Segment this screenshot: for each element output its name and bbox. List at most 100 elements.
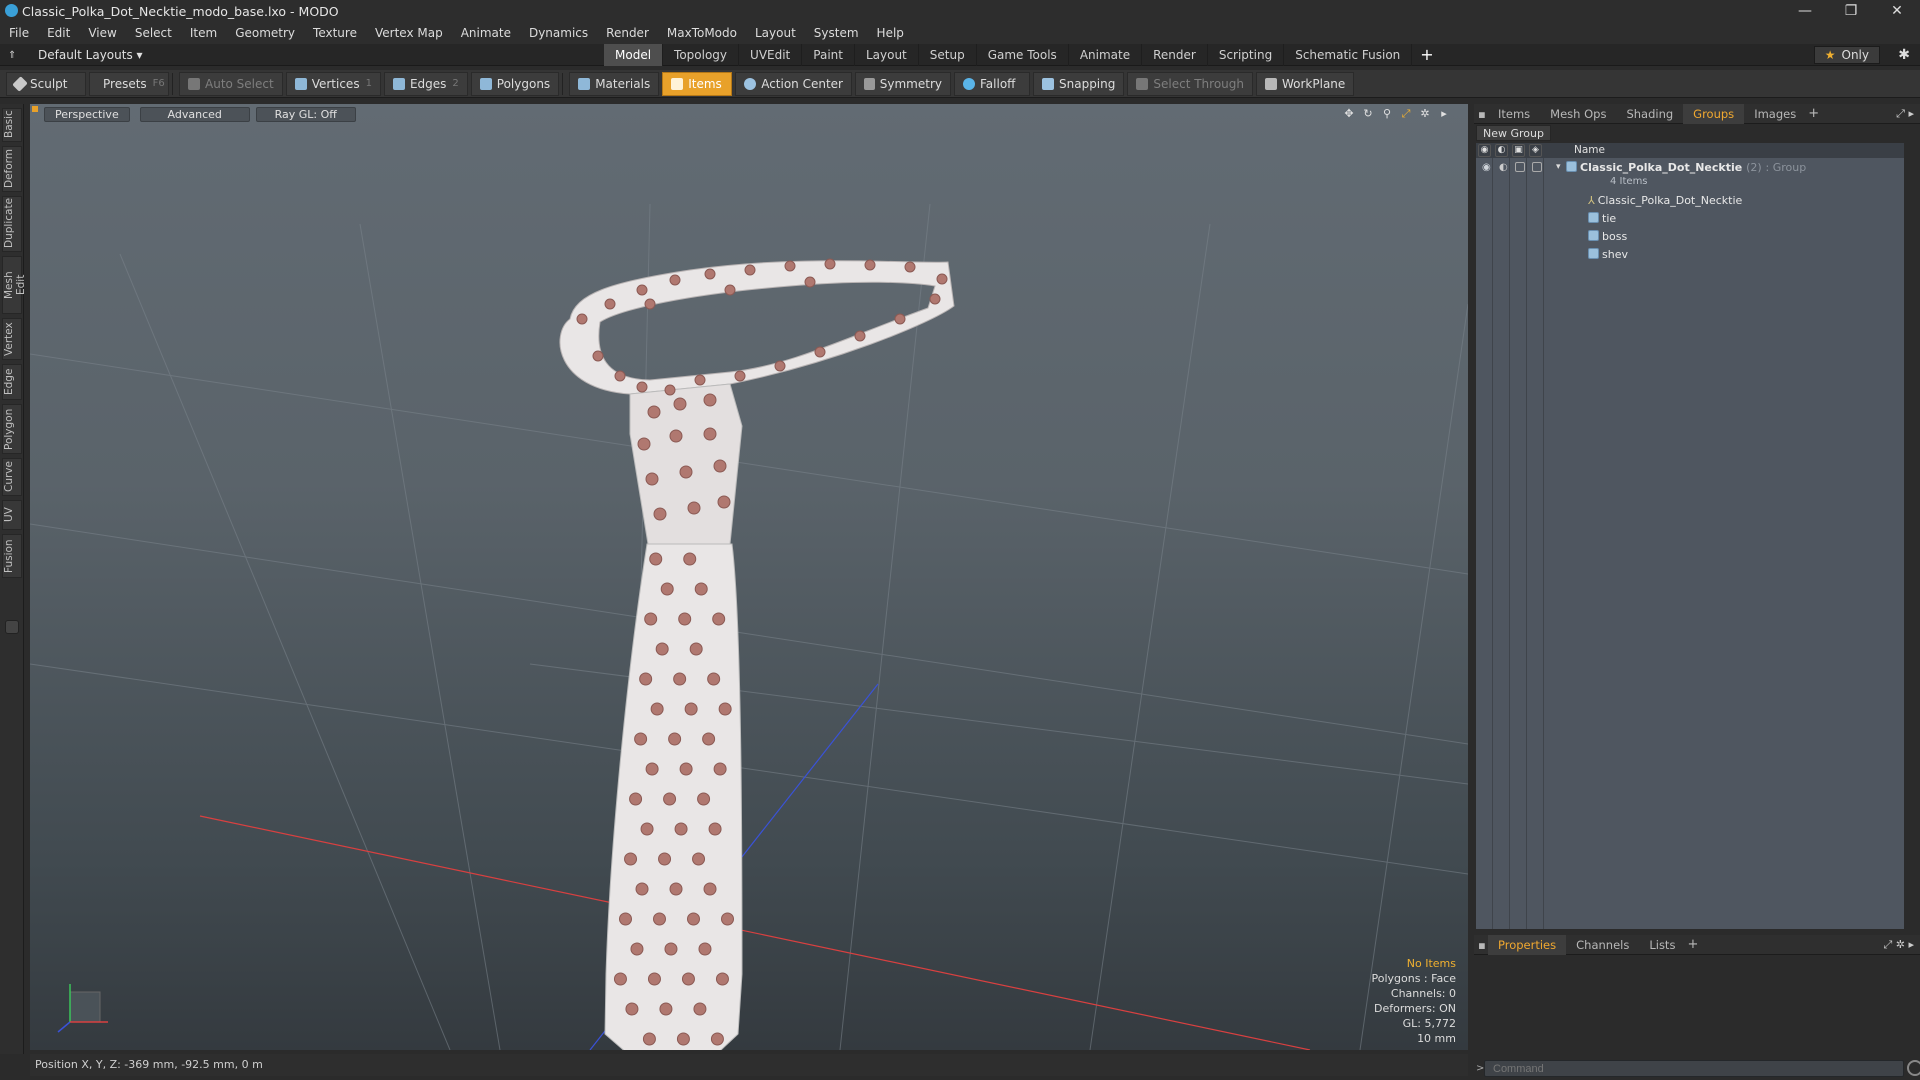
tab-properties[interactable]: Properties xyxy=(1488,934,1567,955)
tab-game-tools[interactable]: Game Tools xyxy=(977,44,1069,66)
menu-layout[interactable]: Layout xyxy=(746,26,805,40)
select-through-button[interactable]: Select Through xyxy=(1127,71,1253,96)
rotate-icon[interactable]: ↻ xyxy=(1360,107,1376,121)
close-button[interactable]: ✕ xyxy=(1874,0,1920,22)
tab-polygon[interactable]: Polygon xyxy=(2,404,22,454)
tab-scripting[interactable]: Scripting xyxy=(1208,44,1285,66)
menu-texture[interactable]: Texture xyxy=(304,26,366,40)
necktie-model[interactable] xyxy=(559,258,955,1050)
tab-channels[interactable]: Channels xyxy=(1566,935,1639,955)
symmetry-button[interactable]: Symmetry xyxy=(855,71,951,96)
snapping-button[interactable]: Snapping xyxy=(1033,71,1125,96)
lock-header-icon[interactable]: ▣ xyxy=(1512,144,1525,157)
tab-mesh-ops[interactable]: Mesh Ops xyxy=(1540,104,1616,124)
tab-schematic-fusion[interactable]: Schematic Fusion xyxy=(1284,44,1413,66)
menu-maxtomodo[interactable]: MaxToModo xyxy=(658,26,746,40)
falloff-button[interactable]: Falloff xyxy=(954,71,1030,96)
list-item[interactable]: ⅄ Classic_Polka_Dot_Necktie xyxy=(1476,191,1904,209)
vertices-button[interactable]: Vertices 1 xyxy=(285,71,381,96)
tab-uv[interactable]: UV xyxy=(2,500,22,530)
gear-icon[interactable]: ✱ xyxy=(1898,47,1910,63)
edges-button[interactable]: Edges 2 xyxy=(383,71,468,96)
menu-dynamics[interactable]: Dynamics xyxy=(520,26,597,40)
tab-edge[interactable]: Edge xyxy=(2,364,22,400)
select-header-icon[interactable]: ◈ xyxy=(1529,144,1542,157)
tab-lists[interactable]: Lists xyxy=(1639,935,1685,955)
render-toggle-icon[interactable]: ◐ xyxy=(1499,162,1508,173)
viewport-expand-icon[interactable]: ▸ xyxy=(1436,107,1452,121)
tab-images[interactable]: Images xyxy=(1744,104,1806,124)
presets-button[interactable]: Presets F6 xyxy=(89,71,169,96)
menu-help[interactable]: Help xyxy=(868,26,913,40)
toolbox-toggle[interactable] xyxy=(5,620,19,634)
properties-menu-icon[interactable]: ▪ xyxy=(1474,935,1488,955)
restore-button[interactable]: ❐ xyxy=(1828,0,1874,22)
list-item[interactable]: shev xyxy=(1476,245,1904,263)
minimize-button[interactable]: — xyxy=(1782,0,1828,22)
tab-layout[interactable]: Layout xyxy=(855,44,919,66)
tab-items[interactable]: Items xyxy=(1488,104,1540,124)
menu-file[interactable]: File xyxy=(0,26,38,40)
tab-shading[interactable]: Shading xyxy=(1616,104,1683,124)
menu-select[interactable]: Select xyxy=(126,26,181,40)
menu-geometry[interactable]: Geometry xyxy=(226,26,304,40)
command-history-button[interactable] xyxy=(1907,1060,1920,1076)
tab-deform[interactable]: Deform xyxy=(2,146,22,192)
workplane-button[interactable]: WorkPlane xyxy=(1255,71,1355,96)
sculpt-button[interactable]: Sculpt xyxy=(6,71,86,96)
tab-uvedit[interactable]: UVEdit xyxy=(739,44,803,66)
collapse-icon[interactable]: ▾ xyxy=(1556,162,1561,172)
add-properties-tab-icon[interactable]: + xyxy=(1687,937,1698,952)
layout-arrow-icon[interactable]: ⇑ xyxy=(8,50,16,61)
tab-render[interactable]: Render xyxy=(1142,44,1208,66)
default-layouts-dropdown[interactable]: Default Layouts ▾ xyxy=(38,48,143,62)
properties-expand-icon[interactable]: ⤢ ✲ ▸ xyxy=(1883,938,1914,952)
render-header-icon[interactable]: ◐ xyxy=(1495,144,1508,157)
only-toggle[interactable]: ★ Only xyxy=(1813,46,1880,64)
viewport-settings-icon[interactable]: ✲ xyxy=(1417,107,1433,121)
polygons-button[interactable]: Polygons xyxy=(470,71,560,96)
menu-vertex-map[interactable]: Vertex Map xyxy=(366,26,452,40)
menu-view[interactable]: View xyxy=(79,26,125,40)
menu-animate[interactable]: Animate xyxy=(452,26,520,40)
action-center-button[interactable]: Action Center xyxy=(735,71,852,96)
menu-item[interactable]: Item xyxy=(181,26,226,40)
tab-vertex[interactable]: Vertex xyxy=(2,318,22,360)
scene-canvas[interactable] xyxy=(30,104,1468,1050)
menu-edit[interactable]: Edit xyxy=(38,26,79,40)
items-button[interactable]: Items xyxy=(662,71,733,96)
tab-paint[interactable]: Paint xyxy=(802,44,855,66)
tab-fusion[interactable]: Fusion xyxy=(2,534,22,578)
list-item[interactable]: tie xyxy=(1476,209,1904,227)
tab-animate[interactable]: Animate xyxy=(1069,44,1143,66)
groups-list[interactable]: ◉ ◐ ▣ ◈ Name ◉ ◐ ▾ Classic_Polka_Dot_Nec… xyxy=(1476,143,1904,929)
list-item[interactable]: boss xyxy=(1476,227,1904,245)
add-panel-tab-icon[interactable]: + xyxy=(1808,106,1819,121)
add-tab-icon[interactable]: + xyxy=(1412,44,1441,66)
tab-model[interactable]: Model xyxy=(604,44,664,66)
raygl-button[interactable]: Ray GL: Off xyxy=(255,106,356,122)
menu-render[interactable]: Render xyxy=(597,26,658,40)
tab-duplicate[interactable]: Duplicate xyxy=(2,196,22,252)
advanced-shading-button[interactable]: Advanced xyxy=(139,106,250,122)
visibility-header-icon[interactable]: ◉ xyxy=(1478,144,1491,157)
command-input[interactable] xyxy=(1484,1060,1904,1077)
panel-maximize-icon[interactable]: ⤢ ▸ xyxy=(1896,107,1914,121)
tab-topology[interactable]: Topology xyxy=(663,44,740,66)
visibility-eye-icon[interactable]: ◉ xyxy=(1482,162,1491,173)
tab-curve[interactable]: Curve xyxy=(2,458,22,496)
viewport-menu-indicator[interactable] xyxy=(32,106,38,112)
menu-system[interactable]: System xyxy=(805,26,868,40)
zoom-icon[interactable]: ⚲ xyxy=(1379,107,1395,121)
tab-setup[interactable]: Setup xyxy=(919,44,977,66)
perspective-button[interactable]: Perspective xyxy=(44,106,130,122)
auto-select-button[interactable]: Auto Select xyxy=(179,71,283,96)
panel-menu-icon[interactable]: ▪ xyxy=(1474,104,1488,124)
pan-icon[interactable]: ✥ xyxy=(1341,107,1357,121)
select-toggle[interactable] xyxy=(1532,162,1542,172)
tab-basic[interactable]: Basic xyxy=(2,108,22,142)
tab-groups[interactable]: Groups xyxy=(1683,103,1745,124)
fit-icon[interactable]: ⤢ xyxy=(1398,107,1414,121)
3d-viewport[interactable]: Perspective Advanced Ray GL: Off ✥ ↻ ⚲ ⤢… xyxy=(30,104,1468,1050)
new-group-button[interactable]: New Group xyxy=(1476,125,1551,141)
